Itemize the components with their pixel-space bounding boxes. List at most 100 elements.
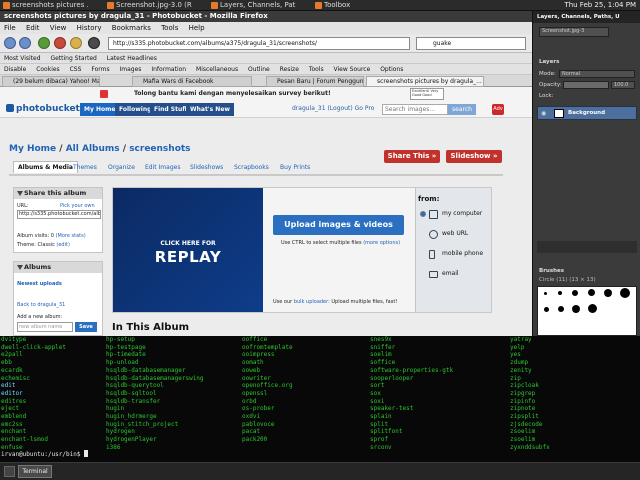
panel-clock[interactable]: Thu Feb 25, 1:04 PM	[564, 1, 636, 10]
logout-link[interactable]: (Logout)	[327, 105, 352, 112]
devtool-forms[interactable]: Forms	[91, 66, 109, 73]
adv-badge[interactable]: Adv	[492, 104, 504, 115]
subnav-scrapbooks[interactable]: Scrapbooks	[234, 164, 269, 171]
reload-icon[interactable]	[38, 37, 50, 49]
brush-swatch[interactable]	[558, 306, 564, 312]
album-url-field[interactable]: http://s335.photobucket.com/albu	[17, 210, 101, 219]
subnav-organize[interactable]: Organize	[108, 164, 135, 171]
devtool-miscellaneous[interactable]: Miscellaneous	[196, 66, 238, 73]
brush-swatch[interactable]	[544, 292, 547, 295]
new-album-input[interactable]: new album name	[17, 322, 73, 332]
layer-name[interactable]: Background	[568, 110, 605, 116]
panel-task-gimp-layers[interactable]: Layers, Channels, Path...	[210, 1, 296, 10]
menu-bookmarks[interactable]: Bookmarks	[112, 24, 151, 32]
source-mobile-phone[interactable]: mobile phone	[419, 248, 483, 260]
stop-icon[interactable]	[54, 37, 66, 49]
tab-forum[interactable]: Pesan Baru | Forum Pengguna Ub...	[266, 76, 364, 87]
subnav-buy-prints[interactable]: Buy Prints	[280, 164, 310, 171]
photobucket-logo[interactable]: photobucket	[6, 104, 80, 114]
opacity-slider[interactable]	[563, 81, 609, 89]
eye-icon[interactable]: ◉	[541, 110, 546, 117]
breadcrumb-all-albums[interactable]: All Albums	[66, 144, 120, 154]
subnav-themes[interactable]: Themes	[73, 164, 97, 171]
extension-icon[interactable]	[88, 37, 100, 49]
source-my-computer[interactable]: my computer	[419, 208, 482, 220]
panel-task-toolbox[interactable]: Toolbox	[314, 1, 384, 10]
subnav-albums-media[interactable]: Albums & Media	[13, 161, 78, 173]
devtool-resize[interactable]: Resize	[280, 66, 299, 73]
brush-swatch[interactable]	[588, 304, 597, 313]
bookmark-most-visited[interactable]: Most Visited	[4, 55, 41, 62]
terminal-prompt[interactable]: irvan@ubuntu:/usr/bin$	[1, 450, 89, 459]
menu-edit[interactable]: Edit	[26, 24, 40, 32]
nav-whats-new[interactable]: What's New	[186, 103, 234, 116]
brush-swatch[interactable]	[572, 290, 578, 296]
devtool-outline[interactable]: Outline	[248, 66, 270, 73]
devtool-options[interactable]: Options	[380, 66, 403, 73]
home-icon[interactable]	[70, 37, 82, 49]
forward-icon[interactable]	[19, 37, 31, 49]
brush-swatch[interactable]	[558, 291, 562, 295]
mode-select[interactable]: Normal	[559, 70, 635, 78]
devtool-images[interactable]: Images	[120, 66, 142, 73]
radio-selected-icon[interactable]	[420, 211, 426, 217]
go-pro-link[interactable]: Go Pro	[355, 105, 375, 112]
more-options-link[interactable]: (more options)	[363, 240, 400, 246]
brush-swatch[interactable]	[620, 288, 630, 298]
devtool-view-source[interactable]: View Source	[334, 66, 371, 73]
tab-photobucket[interactable]: screenshots pictures by dragula_...	[366, 76, 484, 87]
show-desktop-icon[interactable]	[4, 466, 15, 477]
save-album-button[interactable]: Save	[75, 322, 97, 332]
tab-yahoo-mail[interactable]: (29 belum dibaca) Yahoo! Mail	[2, 76, 100, 87]
photobucket-search-button[interactable]: search	[448, 104, 476, 115]
pick-your-own-link[interactable]: Pick your own	[60, 203, 95, 209]
subnav-slideshows[interactable]: Slideshows	[190, 164, 223, 171]
bookmark-getting-started[interactable]: Getting Started	[50, 55, 96, 62]
menu-help[interactable]: Help	[189, 24, 205, 32]
bookmark-latest-headlines[interactable]: Latest Headlines	[107, 55, 157, 62]
menu-file[interactable]: File	[4, 24, 16, 32]
brush-swatch[interactable]	[588, 289, 595, 296]
taskbar-terminal-button[interactable]: Terminal	[18, 465, 52, 478]
back-icon[interactable]	[4, 37, 16, 49]
devtool-information[interactable]: Information	[151, 66, 186, 73]
photobucket-search-input[interactable]: Search images...	[382, 104, 448, 115]
breadcrumb-my-home[interactable]: My Home	[9, 144, 56, 154]
menu-tools[interactable]: Tools	[161, 24, 178, 32]
brush-swatch[interactable]	[572, 305, 580, 313]
edit-theme-link[interactable]: (edit)	[56, 242, 70, 248]
close-icon[interactable]	[100, 90, 108, 98]
menu-view[interactable]: View	[50, 24, 67, 32]
menu-history[interactable]: History	[77, 24, 102, 32]
tab-mafia-wars[interactable]: Mafia Wars di Facebook	[132, 76, 252, 87]
nav-my-home[interactable]: My Home	[80, 103, 120, 116]
breadcrumb-screenshots[interactable]: screenshots	[129, 144, 190, 154]
share-album-title[interactable]: Share this album	[14, 188, 102, 199]
bulk-uploader-link[interactable]: bulk uploader:	[294, 299, 330, 305]
terminal-window[interactable]: dvitype dwell-click-applet e2pall ebb ecardk…	[0, 336, 640, 462]
gimp-image-select[interactable]: Screenshot.jpg-3	[539, 27, 609, 37]
url-bar[interactable]: http://s335.photobucket.com/albums/a375/…	[108, 37, 410, 50]
devtool-cookies[interactable]: Cookies	[36, 66, 60, 73]
search-input[interactable]: guake	[416, 37, 526, 50]
source-web-url[interactable]: web URL	[419, 228, 468, 240]
username[interactable]: dragula_31	[292, 105, 326, 112]
newest-uploads-link[interactable]: Newest uploads	[17, 281, 62, 287]
devtool-css[interactable]: CSS	[70, 66, 82, 73]
replay-ad[interactable]: CLICK HERE FOR REPLAY	[113, 188, 263, 312]
more-stats-link[interactable]: (More stats)	[56, 233, 86, 239]
panel-task-gimp-image[interactable]: Screenshot.jpg-3.0 (R...	[106, 1, 192, 10]
back-to-user-link[interactable]: Back to dragula_31	[17, 302, 65, 308]
nav-find-stuff[interactable]: Find Stuff	[150, 103, 192, 116]
survey-text[interactable]: Tolong bantu kami dengan menyelesaikan s…	[134, 90, 331, 97]
subnav-edit-images[interactable]: Edit Images	[145, 164, 180, 171]
devtool-disable[interactable]: Disable	[4, 66, 26, 73]
source-email[interactable]: email	[419, 268, 459, 280]
brush-swatch[interactable]	[544, 307, 549, 312]
layer-row[interactable]: ◉ Background	[537, 106, 637, 120]
devtool-tools[interactable]: Tools	[309, 66, 324, 73]
albums-title[interactable]: Albums	[14, 262, 102, 273]
brush-swatch[interactable]	[604, 289, 612, 297]
survey-options[interactable]: Excellent! Very Good Good	[410, 88, 444, 100]
upload-button[interactable]: Upload images & videos	[273, 215, 404, 235]
